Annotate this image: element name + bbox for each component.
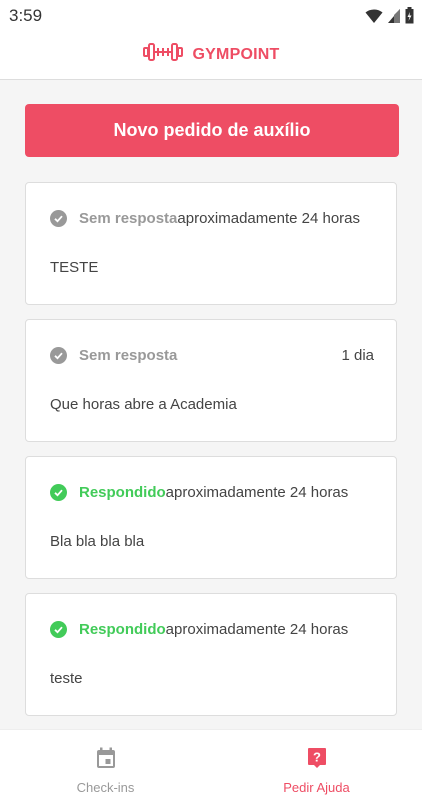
check-circle-icon: [50, 620, 67, 638]
help-order-card[interactable]: Sem resposta 1 dia Que horas abre a Acad…: [25, 319, 397, 442]
tab-pedir-ajuda-label: Pedir Ajuda: [283, 780, 350, 795]
help-order-status: Respondido: [79, 620, 166, 638]
tab-check-ins-label: Check-ins: [76, 780, 135, 795]
help-order-header: Respondido aproximadamente 24 horas: [50, 618, 384, 640]
help-order-time: aproximadamente 24 horas: [165, 483, 349, 501]
help-order-header: Sem resposta aproximadamente 24 horas: [50, 207, 384, 229]
signal-icon: [387, 8, 401, 29]
help-order-time: aproximadamente 24 horas: [165, 620, 349, 638]
status-bar: 3:59: [0, 0, 422, 32]
check-circle-icon: [50, 483, 67, 501]
status-time: 3:59: [9, 6, 43, 25]
help-orders-screen: Novo pedido de auxílio Sem resposta apro…: [0, 80, 422, 730]
help-order-card[interactable]: Sem resposta aproximadamente 24 horas TE…: [25, 182, 397, 305]
check-circle-icon: [50, 209, 67, 227]
brand: GYMPOINT: [142, 42, 280, 67]
help-order-status: Respondido: [79, 483, 166, 501]
tab-pedir-ajuda[interactable]: ? Pedir Ajuda: [211, 730, 422, 812]
app-screen: 3:59 GYMPOINT Novo pedido de auxílio Sem…: [0, 0, 422, 812]
svg-text:?: ?: [313, 750, 321, 765]
battery-icon: [405, 7, 414, 29]
brand-name: GYMPOINT: [192, 45, 280, 63]
help-order-card[interactable]: Respondido aproximadamente 24 horas test…: [25, 593, 397, 716]
bottom-tab-bar: Check-ins ? Pedir Ajuda: [0, 729, 422, 812]
help-order-status: Sem resposta: [79, 346, 178, 364]
help-order-question: teste: [50, 670, 83, 687]
status-icons: [365, 7, 414, 29]
calendar-icon: [96, 747, 116, 774]
help-order-time: aproximadamente 24 horas: [177, 209, 360, 227]
help-order-status: Sem resposta: [79, 209, 178, 227]
wifi-icon: [365, 8, 383, 29]
app-header: GYMPOINT: [0, 32, 422, 80]
tab-check-ins[interactable]: Check-ins: [0, 730, 211, 812]
check-circle-icon: [50, 346, 67, 364]
dumbbell-icon: [142, 42, 183, 67]
new-request-button[interactable]: Novo pedido de auxílio: [25, 104, 399, 157]
help-order-question: TESTE: [50, 259, 99, 276]
help-order-header: Respondido aproximadamente 24 horas: [50, 481, 384, 503]
help-icon: ?: [307, 747, 327, 774]
help-order-time: 1 dia: [341, 346, 374, 364]
help-order-header: Sem resposta 1 dia: [50, 344, 374, 366]
help-order-question: Bla bla bla bla: [50, 533, 145, 550]
help-order-card[interactable]: Respondido aproximadamente 24 horas Bla …: [25, 456, 397, 579]
help-order-question: Que horas abre a Academia: [50, 396, 237, 413]
